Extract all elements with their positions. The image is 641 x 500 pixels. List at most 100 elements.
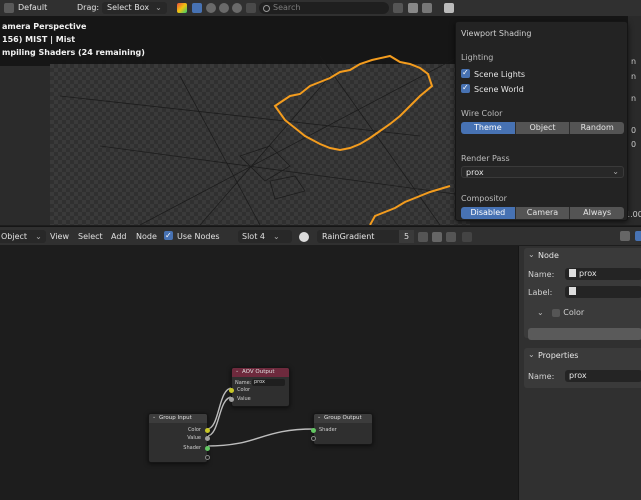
color-input-socket[interactable] [229, 388, 234, 393]
menu-select[interactable]: Select [78, 230, 103, 243]
group-input-color: Color [187, 427, 201, 433]
checkbox-checked-icon [461, 82, 470, 93]
empty-input-socket[interactable] [311, 436, 316, 441]
group-output-title: Group Output [314, 413, 372, 423]
wireframe-icon[interactable] [206, 3, 216, 13]
shader-output-socket[interactable] [205, 446, 210, 451]
select-box-dropdown[interactable]: Select Box [102, 2, 167, 14]
menu-view[interactable]: View [50, 230, 69, 243]
3d-viewport[interactable]: amera Perspective 156) MIST | Mist mpili… [0, 16, 641, 225]
group-output-node[interactable]: Group Output Shader [311, 413, 373, 445]
compositor-label: Compositor [461, 194, 507, 203]
node-panel-header[interactable]: Node [524, 247, 641, 263]
render-pass-dropdown[interactable]: prox [461, 166, 624, 178]
viewport-shading-popover: Viewport Shading Lighting Scene Lights S… [455, 21, 628, 221]
popover-title: Viewport Shading [461, 29, 532, 38]
checkbox-checked-icon [461, 67, 470, 78]
search-input[interactable]: Search [259, 2, 389, 14]
solid-mode-icon[interactable] [192, 3, 202, 13]
node-editor-header: Object View Select Add Node Use Nodes Sl… [0, 226, 641, 245]
property-name-field[interactable]: prox [565, 370, 641, 382]
use-nodes-label: Use Nodes [177, 232, 220, 241]
value-output-socket[interactable] [205, 436, 210, 441]
aov-name-field[interactable]: prox [252, 379, 285, 386]
workspace-dropdown[interactable]: Default [18, 2, 47, 14]
menu-add[interactable]: Add [111, 230, 127, 243]
object-dropdown[interactable]: Object [0, 230, 46, 243]
menu-node[interactable]: Node [136, 230, 157, 243]
properties-panel-header[interactable]: Properties [524, 347, 641, 363]
viewport-scene-info: 156) MIST | Mist [2, 35, 76, 44]
material-preview-icon[interactable] [219, 3, 229, 13]
chevron-down-icon[interactable] [393, 3, 403, 13]
value-input-socket[interactable] [229, 397, 234, 402]
node-icon [569, 268, 576, 277]
view-layout-icon[interactable] [422, 3, 432, 13]
node-sidebar: Node Name: prox Label: ⌄ Color Propertie… [518, 246, 641, 500]
properties-panel: Properties Name: prox [524, 347, 641, 388]
color-checkbox[interactable] [552, 308, 561, 317]
rendered-icon[interactable] [232, 3, 242, 13]
node-canvas[interactable]: AOV Output Name: prox Color Value Group … [0, 246, 518, 500]
n-panel-value: 0 [631, 126, 637, 135]
n-panel-value: n [631, 72, 637, 81]
duplicate-material-icon[interactable] [432, 232, 442, 242]
material-user-count[interactable]: 5 [399, 230, 414, 243]
compositor-camera-button[interactable]: Camera [515, 207, 571, 219]
wire-color-object-button[interactable]: Object [515, 122, 571, 134]
overlay-icon[interactable] [246, 3, 256, 13]
shader-input-socket[interactable] [311, 428, 316, 433]
aov-value-input: Value [237, 396, 251, 402]
unlink-material-icon[interactable] [446, 232, 456, 242]
n-panel-value: n [631, 94, 637, 103]
scene-lights-label: Scene Lights [474, 70, 526, 79]
group-input-node[interactable]: Group Input Color Value Shader [148, 413, 210, 463]
aov-output-title: AOV Output [232, 367, 289, 377]
scene-world-label: Scene World [474, 85, 524, 94]
bookmark-icon[interactable] [408, 3, 418, 13]
node-label-field[interactable] [565, 286, 641, 298]
drag-label: Drag: [77, 3, 100, 12]
node-name-value: prox [579, 269, 597, 278]
editor-type-icon[interactable] [4, 3, 14, 13]
compositor-disabled-button[interactable]: Disabled [461, 207, 516, 219]
compositor-always-button[interactable]: Always [570, 207, 625, 219]
viewport-camera-label: amera Perspective [2, 22, 87, 31]
wire-color-random-button[interactable]: Random [570, 122, 625, 134]
color-output-socket[interactable] [205, 428, 210, 433]
group-input-title: Group Input [149, 413, 207, 423]
compositor-selector: Disabled Camera Always [461, 207, 625, 219]
fake-user-shield-icon[interactable] [418, 232, 428, 242]
empty-output-socket[interactable] [205, 455, 210, 460]
node-panel: Node Name: prox Label: ⌄ Color [524, 247, 641, 340]
filter-icon[interactable] [444, 3, 454, 13]
group-input-value: Value [187, 435, 201, 441]
node-color-swatch[interactable] [528, 328, 641, 340]
node-name-label: Name: [528, 270, 555, 279]
use-nodes-checkbox[interactable]: Use Nodes [164, 229, 220, 243]
material-sphere-icon[interactable] [299, 232, 309, 242]
property-name-label: Name: [528, 372, 555, 381]
slot-dropdown[interactable]: Slot 4 [238, 230, 292, 243]
group-output-shader: Shader [319, 427, 337, 433]
aov-output-node[interactable]: AOV Output Name: prox Color Value [229, 367, 290, 407]
node-label-label: Label: [528, 288, 553, 297]
render-pass-label: Render Pass [461, 154, 510, 163]
aov-name-label: Name: [235, 380, 252, 386]
label-icon [569, 286, 576, 295]
aov-color-input: Color [237, 387, 251, 393]
sidebar-toggle-icon[interactable] [635, 231, 641, 241]
color-section[interactable]: ⌄ Color [537, 308, 584, 317]
n-panel-value: n [631, 57, 637, 66]
gizmo-icon[interactable] [177, 3, 187, 13]
lighting-label: Lighting [461, 53, 494, 62]
scene-world-checkbox[interactable]: Scene World [461, 82, 524, 95]
scene-lights-checkbox[interactable]: Scene Lights [461, 67, 526, 80]
group-input-shader: Shader [183, 445, 201, 451]
pin-icon[interactable] [462, 232, 472, 242]
viewport-status: mpiling Shaders (24 remaining) [2, 48, 145, 57]
node-name-field[interactable]: prox [565, 268, 641, 280]
parent-node-tree-icon[interactable] [620, 231, 630, 241]
chevron-down-icon: ⌄ [537, 308, 544, 317]
wire-color-theme-button[interactable]: Theme [461, 122, 516, 134]
